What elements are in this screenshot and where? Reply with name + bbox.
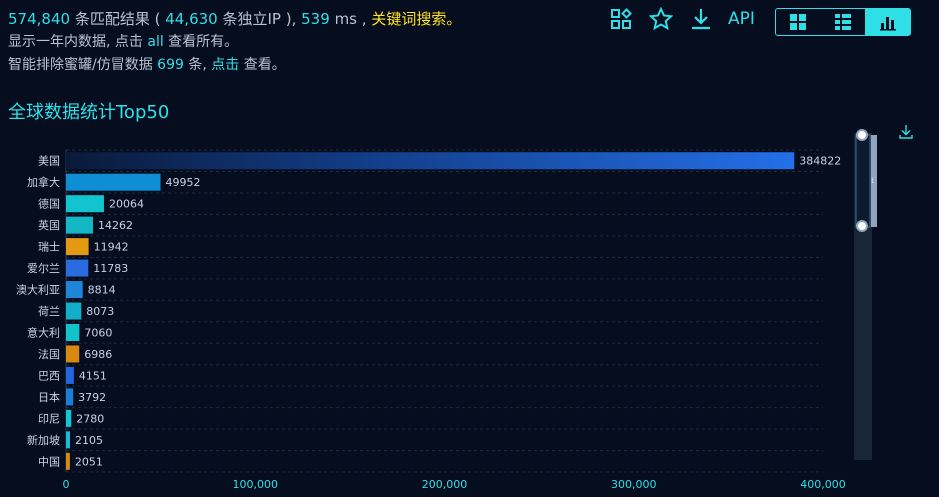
bar[interactable] xyxy=(66,388,74,406)
datazoom-handle-top[interactable] xyxy=(856,129,868,141)
value-label: 384822 xyxy=(799,155,841,168)
bar[interactable] xyxy=(66,238,89,256)
value-label: 14262 xyxy=(98,219,133,232)
category-label: 意大利 xyxy=(27,325,60,339)
value-label: 11783 xyxy=(93,262,128,275)
value-label: 20064 xyxy=(109,198,144,211)
category-label: 日本 xyxy=(38,390,60,404)
x-tick-label: 0 xyxy=(63,478,70,491)
value-label: 2780 xyxy=(76,412,104,425)
category-label: 巴西 xyxy=(38,369,60,382)
bar[interactable] xyxy=(66,366,74,384)
country-bar-chart: ⁞ 美国 384822 加拿大 49952 德国 20064 英国 14262 瑞士 11942 爱… xyxy=(16,129,877,491)
value-label: 8814 xyxy=(88,284,116,297)
value-label: 4151 xyxy=(79,369,107,382)
bar[interactable] xyxy=(66,431,70,449)
bar[interactable] xyxy=(66,281,83,299)
value-label: 11942 xyxy=(94,241,129,254)
x-tick-label: 200,000 xyxy=(422,478,468,491)
value-label: 49952 xyxy=(166,176,201,189)
value-label: 8073 xyxy=(86,305,114,318)
value-label: 7060 xyxy=(84,326,112,339)
bar[interactable] xyxy=(66,409,72,427)
category-label: 法国 xyxy=(38,347,60,361)
value-label: 2051 xyxy=(75,455,103,468)
datazoom-window[interactable] xyxy=(855,134,871,228)
value-label: 2105 xyxy=(75,434,103,447)
x-tick-label: 400,000 xyxy=(800,478,846,491)
category-label: 美国 xyxy=(38,155,60,168)
bar[interactable] xyxy=(66,302,82,320)
datazoom-grip: ⁞ xyxy=(871,176,874,185)
category-label: 爱尔兰 xyxy=(27,262,60,275)
value-label: 6986 xyxy=(84,348,112,361)
bar[interactable] xyxy=(66,452,70,470)
category-label: 英国 xyxy=(38,218,60,232)
x-tick-label: 300,000 xyxy=(611,478,657,491)
category-label: 新加坡 xyxy=(27,433,60,447)
bar[interactable] xyxy=(66,345,80,363)
category-label: 中国 xyxy=(38,455,60,468)
bar[interactable] xyxy=(66,259,89,277)
datazoom-handle-bottom[interactable] xyxy=(856,220,868,232)
category-label: 澳大利亚 xyxy=(16,283,60,297)
category-label: 瑞士 xyxy=(38,240,60,254)
x-tick-label: 100,000 xyxy=(233,478,279,491)
value-label: 3792 xyxy=(78,391,106,404)
bar[interactable] xyxy=(66,152,795,170)
category-label: 德国 xyxy=(38,197,60,211)
bar[interactable] xyxy=(66,173,161,191)
bar[interactable] xyxy=(66,216,93,234)
bar[interactable] xyxy=(66,323,80,341)
category-label: 印尼 xyxy=(38,412,60,425)
category-label: 加拿大 xyxy=(27,175,60,189)
category-label: 荷兰 xyxy=(38,305,60,318)
bar[interactable] xyxy=(66,195,104,213)
